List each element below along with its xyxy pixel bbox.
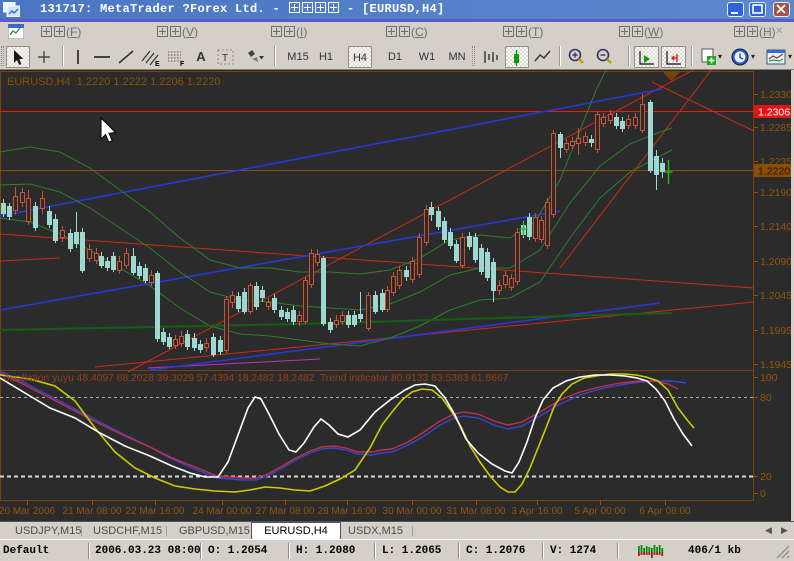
svg-text:27 Mar 08:00: 27 Mar 08:00: [256, 506, 315, 517]
svg-text:22 Mar 16:00: 22 Mar 16:00: [126, 506, 185, 517]
svg-text:21 Mar 08:00: 21 Mar 08:00: [63, 506, 122, 517]
svg-text:1.2090: 1.2090: [760, 256, 792, 268]
svg-text:T: T: [222, 53, 228, 64]
svg-text:6 Apr 08:00: 6 Apr 08:00: [639, 506, 691, 517]
svg-text:1.1995: 1.1995: [760, 325, 792, 337]
svg-text:1.2306: 1.2306: [758, 107, 790, 119]
svg-text:30 Mar 00:00: 30 Mar 00:00: [383, 506, 442, 517]
svg-text:F: F: [180, 61, 185, 67]
svg-text:31 Mar 08:00: 31 Mar 08:00: [447, 506, 506, 517]
svg-text:oscillation yuyu 48.4097 68.20: oscillation yuyu 48.4097 68.2028 39.3029…: [4, 373, 509, 384]
svg-text:E: E: [155, 61, 160, 67]
svg-text:1.2285: 1.2285: [760, 122, 792, 134]
svg-text:1.2220: 1.2220: [758, 166, 790, 178]
svg-text:EURUSD,H4 1.2220 1.2222 1.220: EURUSD,H4 1.2220 1.2222 1.2206 1.2220: [7, 76, 220, 88]
svg-text:5 Apr 00:00: 5 Apr 00:00: [574, 506, 626, 517]
svg-text:80: 80: [760, 392, 772, 404]
svg-text:100: 100: [760, 372, 778, 384]
svg-text:24 Mar 00:00: 24 Mar 00:00: [193, 506, 252, 517]
svg-text:1.2045: 1.2045: [760, 290, 792, 302]
svg-text:3 Apr 16:00: 3 Apr 16:00: [511, 506, 563, 517]
svg-text:20 Mar 2006: 20 Mar 2006: [0, 506, 56, 517]
svg-text:20: 20: [760, 471, 772, 483]
svg-text:1.2190: 1.2190: [760, 187, 792, 199]
svg-text:1.1945: 1.1945: [760, 359, 792, 371]
svg-text:0: 0: [760, 488, 766, 500]
svg-text:28 Mar 16:00: 28 Mar 16:00: [318, 506, 377, 517]
svg-text:1.2330: 1.2330: [760, 89, 792, 101]
svg-text:1.2140: 1.2140: [760, 221, 792, 233]
